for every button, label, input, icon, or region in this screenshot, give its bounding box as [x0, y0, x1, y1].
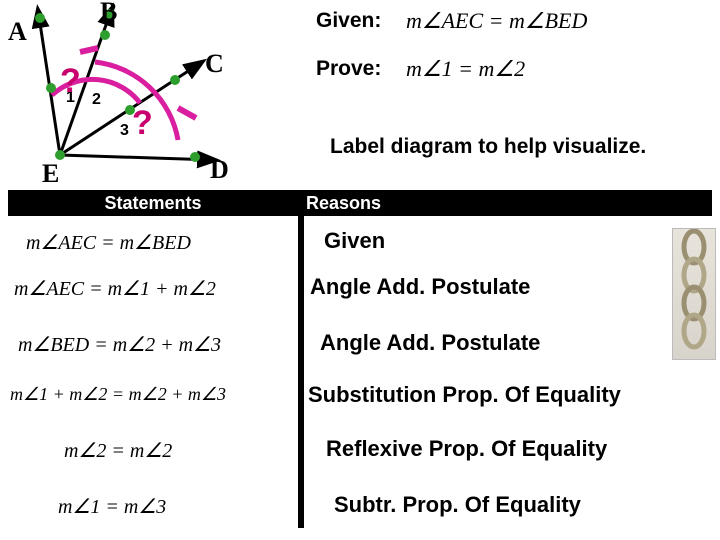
point-C: C	[205, 49, 224, 78]
diagram-svg: A B C D E 1 2 3	[0, 0, 250, 190]
statements-column: m∠AEC = m∠BED m∠AEC = m∠1 + m∠2 m∠BED = …	[8, 216, 304, 528]
question-mark-2: ?	[132, 104, 153, 143]
reason-3: Angle Add. Postulate	[320, 330, 540, 356]
given-prove-block: Given: m∠AEC = m∠BED Prove: m∠1 = m∠2	[316, 8, 716, 90]
proof-table: Statements Reasons m∠AEC = m∠BED m∠AEC =…	[8, 190, 712, 528]
reason-1: Given	[324, 228, 385, 254]
point-D: D	[210, 155, 229, 184]
reason-4: Substitution Prop. Of Equality	[308, 382, 621, 408]
visualize-instruction: Label diagram to help visualize.	[330, 135, 646, 159]
point-A: A	[8, 17, 27, 46]
statement-6: m∠1 = m∠3	[58, 494, 166, 519]
header-reasons: Reasons	[298, 193, 712, 214]
statement-2: m∠AEC = m∠1 + m∠2	[14, 276, 216, 301]
angle-diagram: A B C D E 1 2 3 ? ?	[0, 0, 250, 190]
given-label: Given:	[316, 9, 406, 33]
reason-2: Angle Add. Postulate	[310, 274, 530, 300]
reasons-column: Given Angle Add. Postulate Angle Add. Po…	[304, 216, 712, 528]
prove-label: Prove:	[316, 57, 406, 81]
given-formula: m∠AEC = m∠BED	[406, 8, 587, 34]
point-B: B	[100, 0, 117, 26]
header-statements: Statements	[8, 193, 298, 214]
statement-4: m∠1 + m∠2 = m∠2 + m∠3	[10, 384, 226, 405]
statement-1: m∠AEC = m∠BED	[26, 230, 191, 255]
statement-3: m∠BED = m∠2 + m∠3	[18, 332, 221, 357]
proof-header: Statements Reasons	[8, 190, 712, 216]
question-mark-1: ?	[60, 62, 81, 101]
statement-5: m∠2 = m∠2	[64, 438, 172, 463]
prove-formula: m∠1 = m∠2	[406, 56, 525, 82]
angle-2: 2	[92, 91, 101, 108]
point-E: E	[42, 159, 59, 188]
angle-3: 3	[120, 122, 129, 139]
reason-5: Reflexive Prop. Of Equality	[326, 436, 607, 462]
reason-6: Subtr. Prop. Of Equality	[334, 492, 581, 518]
